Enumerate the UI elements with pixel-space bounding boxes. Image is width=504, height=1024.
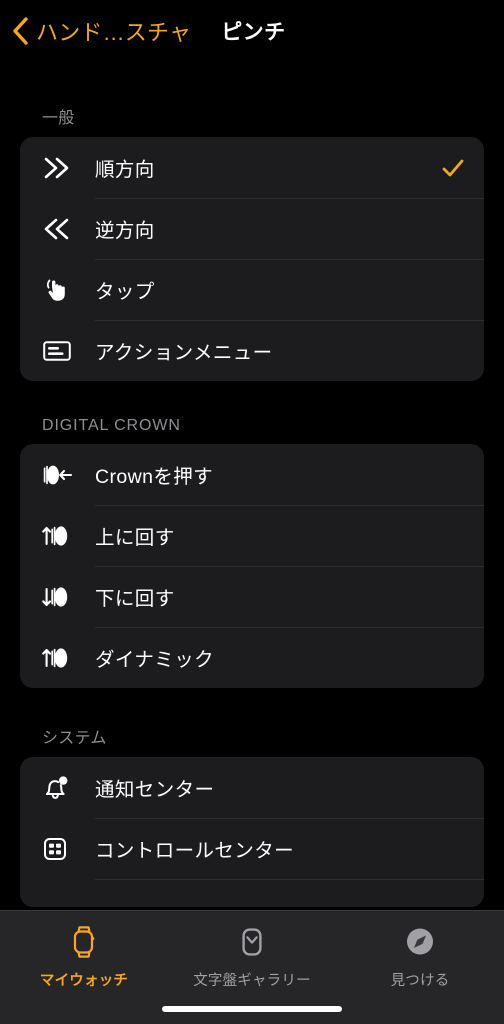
row-rotate-down[interactable]: 下に回す	[20, 566, 484, 627]
section-system: システム 通知センター コントロールセンター	[0, 724, 504, 907]
bell-icon	[40, 773, 95, 803]
tab-label: 見つける	[390, 973, 450, 989]
row-rotate-up[interactable]: 上に回す	[20, 505, 484, 566]
watch-icon	[62, 920, 106, 964]
back-button-label: ハンド…スチャ	[36, 20, 192, 45]
tab-label: 文字盤ギャラリー	[193, 973, 311, 989]
row-label: 順方向	[95, 159, 155, 181]
action-menu-icon	[40, 338, 95, 364]
tab-my-watch[interactable]: マイウォッチ	[0, 920, 168, 990]
row-label: 下に回す	[95, 588, 175, 610]
row-label: コントロールセンター	[95, 840, 295, 862]
section-header-digital-crown: DIGITAL CROWN	[42, 417, 181, 434]
row-forward[interactable]: 順方向	[20, 137, 484, 198]
card-system: 通知センター コントロールセンター	[20, 757, 484, 907]
crown-rotate-up-icon	[40, 522, 95, 550]
row-label: 上に回す	[95, 527, 175, 549]
row-control-center[interactable]: コントロールセンター	[20, 818, 484, 879]
row-partial-hidden[interactable]	[20, 879, 484, 907]
section-header-system: システム	[42, 730, 107, 747]
hand-tap-icon	[40, 274, 95, 306]
control-center-icon	[40, 834, 95, 864]
watch-face-icon	[230, 920, 274, 964]
row-crown-press[interactable]: Crownを押す	[20, 444, 484, 505]
section-general: 一般 順方向 逆方向 タップ アクションメニュー	[0, 104, 504, 381]
home-indicator	[162, 1006, 342, 1012]
row-action-menu[interactable]: アクションメニュー	[20, 320, 484, 381]
row-backward[interactable]: 逆方向	[20, 198, 484, 259]
navigation-bar: ハンド…スチャ ピンチ	[0, 0, 504, 62]
card-digital-crown: Crownを押す 上に回す 下に回す ダイナミック	[20, 444, 484, 688]
crown-rotate-down-icon	[40, 583, 95, 611]
tab-bar: マイウォッチ 文字盤ギャラリー 見つける	[0, 910, 504, 1024]
row-label: 逆方向	[95, 220, 155, 242]
compass-icon	[398, 920, 442, 964]
crown-dynamic-icon	[40, 644, 95, 672]
checkmark-icon	[440, 155, 466, 181]
row-label: 通知センター	[95, 779, 215, 801]
section-digital-crown: DIGITAL CROWN Crownを押す 上に回す 下に回す ダイナミック	[0, 417, 504, 688]
back-button[interactable]: ハンド…スチャ	[10, 15, 191, 47]
tab-face-gallery[interactable]: 文字盤ギャラリー	[168, 920, 336, 990]
settings-list: 一般 順方向 逆方向 タップ アクションメニュー DIGITAL CROWN C…	[0, 62, 504, 1024]
chevrons-left-icon	[40, 216, 95, 242]
row-notification-center[interactable]: 通知センター	[20, 757, 484, 818]
chevron-left-icon	[10, 16, 30, 46]
chevrons-right-icon	[40, 155, 95, 181]
app-root: ハンド…スチャ ピンチ 一般 順方向 逆方向 タップ アクションメニュー DIG…	[0, 0, 504, 1024]
tab-discover[interactable]: 見つける	[336, 920, 504, 990]
crown-press-icon	[40, 461, 95, 489]
row-label: Crownを押す	[95, 466, 214, 488]
row-label: タップ	[95, 281, 155, 303]
row-label: アクションメニュー	[95, 342, 273, 364]
row-label: ダイナミック	[95, 649, 215, 671]
page-title: ピンチ	[221, 21, 286, 44]
row-dynamic[interactable]: ダイナミック	[20, 627, 484, 688]
card-general: 順方向 逆方向 タップ アクションメニュー	[20, 137, 484, 381]
tab-label: マイウォッチ	[39, 973, 129, 989]
row-tap[interactable]: タップ	[20, 259, 484, 320]
section-header-general: 一般	[42, 110, 75, 127]
